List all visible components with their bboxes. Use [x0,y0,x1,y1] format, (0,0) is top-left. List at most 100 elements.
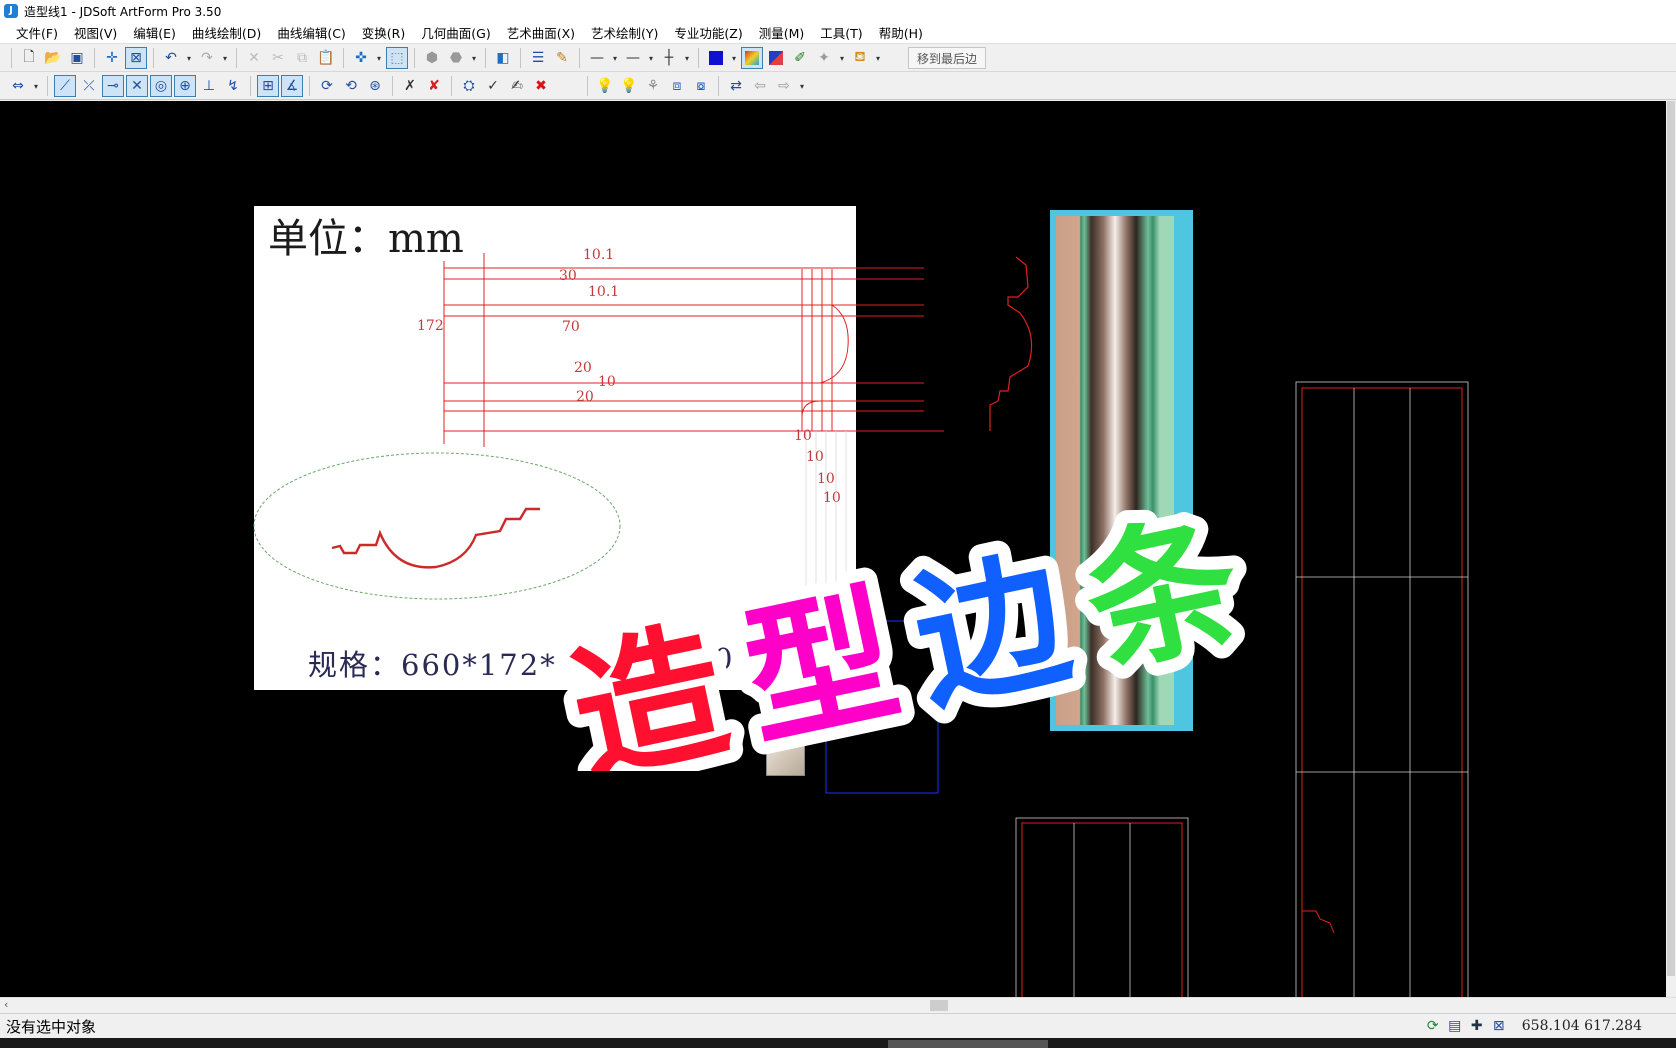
line-weight-icon[interactable]: — [622,47,644,69]
color-dropdown-icon[interactable]: ▾ [729,47,739,69]
cut-disabled-icon[interactable]: ✕ [243,47,265,69]
snap-circle-icon[interactable]: ⊕ [174,75,196,97]
vertical-scroll-thumb[interactable] [1667,101,1675,976]
section-profile-curve [331,507,540,569]
menu-tools[interactable]: 工具(T) [812,23,870,42]
eyedropper-icon[interactable]: ✐ [789,47,811,69]
render-dropdown-icon[interactable]: ▾ [469,47,479,69]
tick-icon[interactable]: ✓ [482,75,504,97]
crosshair-dropdown-icon[interactable]: ▾ [374,47,384,69]
status-bar: 没有选中对象 ⟳ ▤ ✚ ⊠ 658.104 617.284 [0,1013,1676,1038]
crosshair2-dropdown-icon[interactable]: ▾ [682,47,692,69]
back-icon[interactable]: ⇦ [749,75,771,97]
vertical-scrollbar[interactable] [1666,101,1676,997]
view-rotate-icon[interactable]: ⟳ [316,75,338,97]
line-style-icon[interactable]: — [586,47,608,69]
line-weight-dropdown-icon[interactable]: ▾ [646,47,656,69]
paint-bucket-dropdown-icon[interactable]: ▾ [873,47,883,69]
snap-box-icon[interactable]: ⊠ [125,47,147,69]
snap-near-icon[interactable]: ↯ [222,75,244,97]
box-snap-icon[interactable]: ⊠ [1488,1018,1510,1034]
gradient-icon[interactable] [741,47,763,69]
layer-icon[interactable]: ◧ [492,47,514,69]
menu-transform[interactable]: 变换(R) [354,23,413,42]
forward-dropdown-icon[interactable]: ▾ [797,75,807,97]
angle-icon[interactable]: ∡ [281,75,303,97]
grid-icon[interactable]: ⊞ [257,75,279,97]
light-frame-icon[interactable]: ⧈ [666,75,688,97]
view-cube-icon[interactable]: ⬚ [386,47,408,69]
cross-snap-icon[interactable]: ✚ [1466,1018,1488,1034]
menu-edit[interactable]: 编辑(E) [125,23,184,42]
save-icon[interactable]: ▣ [66,47,88,69]
snap-center-icon[interactable]: ◎ [150,75,172,97]
scissors-icon[interactable]: ✂ [267,47,289,69]
light-blue-icon[interactable]: 💡 [594,75,616,97]
dim-20-a: 20 [574,360,592,376]
menu-file[interactable]: 文件(F) [8,23,66,42]
redo-dropdown-icon[interactable]: ▾ [220,47,230,69]
scroll-left-icon[interactable]: ‹ [4,998,8,1011]
shade-icon[interactable]: ⬢ [421,47,443,69]
toolbar-separator [587,76,588,96]
line-style-dropdown-icon[interactable]: ▾ [610,47,620,69]
view-zoom-icon[interactable]: ⊛ [364,75,386,97]
pen-icon[interactable]: ✎ [551,47,573,69]
crosshair2-icon[interactable]: ┼ [658,47,680,69]
copy-icon[interactable]: ⧉ [291,47,313,69]
menu-art-draw[interactable]: 艺术绘制(Y) [583,23,666,42]
undo-dropdown-icon[interactable]: ▾ [184,47,194,69]
delete-curve-icon[interactable]: ✘ [423,75,445,97]
undo-icon[interactable]: ↶ [160,47,182,69]
color-blue-icon[interactable] [705,47,727,69]
forward-icon[interactable]: ⇨ [773,75,795,97]
close-red-icon[interactable]: ✖ [530,75,552,97]
arrow-left-right-icon[interactable]: ⇔ [7,75,29,97]
menu-curve-draw[interactable]: 曲线绘制(D) [184,23,269,42]
move-to-end-button[interactable]: 移到最后边 [908,47,987,69]
crosshair-icon[interactable]: ✜ [350,47,372,69]
node-icon[interactable]: ⛭ [458,75,480,97]
menu-professional[interactable]: 专业功能(Z) [666,23,750,42]
toolbar-separator [718,76,719,96]
open-file-icon[interactable]: 📂 [42,47,64,69]
dim-172: 172 [417,318,444,334]
trim-icon[interactable]: ✗ [399,75,421,97]
menu-help[interactable]: 帮助(H) [871,23,931,42]
render-icon[interactable]: ⬣ [445,47,467,69]
list-icon[interactable]: ☰ [527,47,549,69]
light-green-icon[interactable]: 💡 [618,75,640,97]
snap-perp-icon[interactable]: ⊥ [198,75,220,97]
menu-view[interactable]: 视图(V) [66,23,125,42]
refresh-icon[interactable]: ⇄ [725,75,747,97]
menu-measure[interactable]: 测量(M) [751,23,813,42]
toolbar-separator [698,48,699,68]
snap-tangent-icon[interactable]: ⤫ [78,75,100,97]
snap-line-icon[interactable]: ⟋ [54,75,76,97]
sync-icon[interactable]: ⟳ [1422,1018,1444,1034]
spray-dropdown-icon[interactable]: ▾ [837,47,847,69]
menu-curve-edit[interactable]: 曲线编辑(C) [269,23,353,42]
paste-icon[interactable]: 📋 [315,47,337,69]
horizontal-scroll-thumb[interactable] [930,1000,948,1011]
dim-20-b: 20 [576,389,594,405]
edit-icon[interactable]: ✍ [506,75,528,97]
arrow-dropdown-icon[interactable]: ▾ [31,75,41,97]
menu-art-surface[interactable]: 艺术曲面(X) [499,23,583,42]
color-swap-icon[interactable] [765,47,787,69]
view-pan-icon[interactable]: ⟲ [340,75,362,97]
light-multi-icon[interactable]: ⚘ [642,75,664,97]
new-file-icon[interactable]: 🗋 [18,47,40,69]
snap-cross-icon[interactable]: ✛ [101,47,123,69]
paint-bucket-icon[interactable]: ⛾ [849,47,871,69]
snap-intersect-icon[interactable]: ✕ [126,75,148,97]
spray-icon[interactable]: ✦ [813,47,835,69]
drawing-canvas[interactable]: 单位：mm 10.1 30 10.1 172 70 20 10 20 10 10… [0,101,1666,997]
menu-geometry-surface[interactable]: 几何曲面(G) [413,23,498,42]
light-select-icon[interactable]: ⧇ [690,75,712,97]
doc-icon[interactable]: ▤ [1444,1018,1466,1034]
horizontal-scrollbar[interactable]: ‹ [0,997,1676,1012]
snap-mid-icon[interactable]: ⊸ [102,75,124,97]
watermark-char-2: 型 [729,567,912,768]
redo-icon[interactable]: ↷ [196,47,218,69]
